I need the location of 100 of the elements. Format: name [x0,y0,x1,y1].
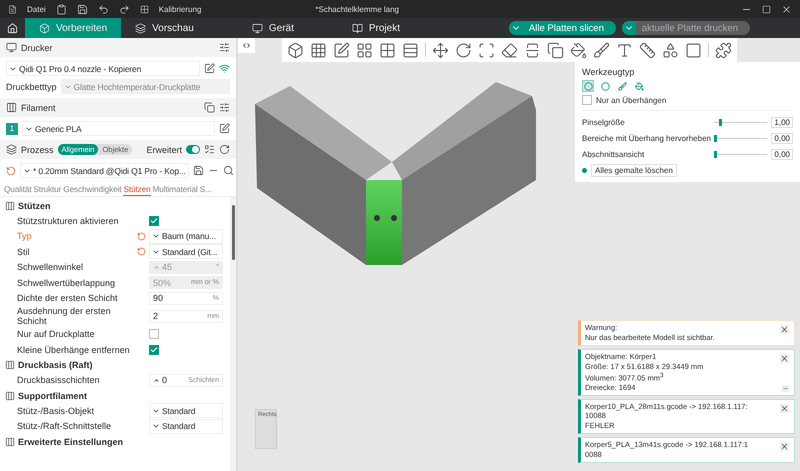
slider-value[interactable]: 1,00 [771,117,793,128]
frame-icon[interactable] [685,42,702,58]
scrollbar-thumb[interactable] [232,205,234,260]
setting-label: Schwellenwinkel [17,262,84,272]
fill-icon[interactable] [633,80,645,92]
settings-tab[interactable]: Struktur [33,184,62,196]
brush-icon[interactable] [593,42,610,58]
section-title: Druckbasis (Raft) [18,360,93,370]
reset-icon[interactable] [6,166,16,176]
setting-label: Nur auf Druckplatte [17,329,96,340]
circle-icon[interactable] [582,80,594,92]
spinner-icon[interactable] [153,376,160,384]
move-icon[interactable] [432,42,449,58]
settings-tab[interactable]: Qualität [4,184,32,196]
setting-label: Stützstrukturen aktivieren [17,216,120,226]
search-icon[interactable] [222,165,234,176]
close-icon[interactable] [780,442,789,451]
filament-header: Filament [0,98,236,117]
checkbox[interactable] [149,329,159,340]
ruler-icon[interactable] [639,42,656,58]
filament-index: 1 [6,122,18,134]
printer-select[interactable]: Qidi Q1 Pro 0.4 nozzle - Kopieren [6,61,200,76]
checkbox[interactable] [149,344,159,355]
clear-button[interactable]: Alles gemalte löschen [591,164,677,177]
scale-icon[interactable] [478,42,495,58]
wifi-icon[interactable] [219,63,230,74]
clipboard-icon[interactable] [56,4,67,14]
tab[interactable]: Vorschau [121,18,208,38]
cube-icon[interactable] [287,42,304,58]
edit-icon[interactable] [204,63,215,74]
list-icon[interactable] [204,144,215,155]
advanced-label: Erweitert [146,144,182,154]
split-icon[interactable] [524,42,541,58]
save-icon[interactable] [192,165,204,176]
section-icon [5,200,15,210]
slice-button[interactable]: Alle Platten slicen [508,21,616,35]
slider-value[interactable]: 0,00 [771,149,793,160]
setting-select[interactable]: Standard [149,418,223,434]
printer-icon [6,42,17,53]
reset-icon[interactable] [137,232,147,241]
model-drawing[interactable] [255,82,536,265]
slider-thumb[interactable] [714,151,717,158]
setting-label: Schwellwertüberlappung [17,278,116,288]
collapse-icon[interactable] [238,38,255,53]
slider-label: Pinselgröße [582,118,626,127]
brush-icon[interactable] [616,80,628,92]
reset-icon[interactable] [137,247,147,256]
setting-label: Dichte der ersten Schicht [17,293,119,304]
slider-value[interactable]: 0,00 [771,133,793,144]
eraser-icon[interactable] [501,42,518,58]
tab[interactable]: Gerät [238,18,308,38]
maximize-icon[interactable] [762,4,771,14]
close-icon[interactable] [780,354,789,363]
filament-select[interactable]: Generic PLA [22,121,215,136]
setting-label: Stütz-/Basis-Objekt [17,406,96,416]
checkbox[interactable] [582,95,592,105]
settings-icon[interactable] [219,102,230,113]
close-icon[interactable] [780,404,789,412]
advanced-switch[interactable] [186,145,200,154]
settings-icon[interactable] [219,42,230,53]
calibration-menu[interactable]: Kalibrierung [158,4,202,14]
rotate-icon[interactable] [455,42,472,58]
shapes-icon[interactable] [662,42,679,58]
section-icon [5,360,15,370]
setting-select[interactable]: Standard [149,403,223,418]
sync-icon[interactable] [219,144,230,155]
setting-label: Typ [17,231,33,242]
file-menu[interactable]: Datei [27,4,46,14]
grid-icon[interactable] [310,42,327,58]
close-icon[interactable] [781,4,792,14]
close-icon[interactable] [780,325,789,334]
redo-icon[interactable] [118,4,130,14]
settings-tab[interactable]: Stützen [123,184,151,196]
paint-bucket-icon[interactable] [570,42,587,58]
section-title: Supportfilament [18,390,87,401]
copy-icon[interactable] [547,42,564,58]
layout-icon[interactable] [356,42,373,58]
slider-thumb[interactable] [714,135,717,142]
section-icon [5,390,15,401]
setting-label: Stil [17,246,31,257]
text-icon[interactable] [616,42,633,58]
slider-thumb[interactable] [719,119,722,126]
cube-icon [39,22,50,34]
undo-icon[interactable] [98,4,109,14]
settings-tab[interactable]: Geschwindigkeit [63,184,122,196]
window-title: *Schachtelklemme lang [315,4,400,14]
settings-tab[interactable]: Multimaterial S... [152,184,212,196]
rows-icon[interactable] [402,42,419,58]
setting-select[interactable]: Standard (Git... [149,244,223,260]
tab[interactable]: Projekt [338,18,414,38]
setting-select[interactable]: Baum (manu... [149,228,223,244]
edit-icon[interactable] [219,123,230,134]
preset-select[interactable]: * 0.20mm Standard @Qidi Q1 Pro - Kop... [20,163,189,178]
file-icon[interactable] [8,4,17,14]
grid-icon[interactable] [379,42,396,58]
pen-icon[interactable] [333,42,350,58]
checkbox[interactable] [149,216,159,226]
setting-label: Ausdehnung der ersten Schicht [17,306,112,327]
puzzle-icon[interactable] [715,42,732,58]
printer-header: Drucker [0,38,236,57]
